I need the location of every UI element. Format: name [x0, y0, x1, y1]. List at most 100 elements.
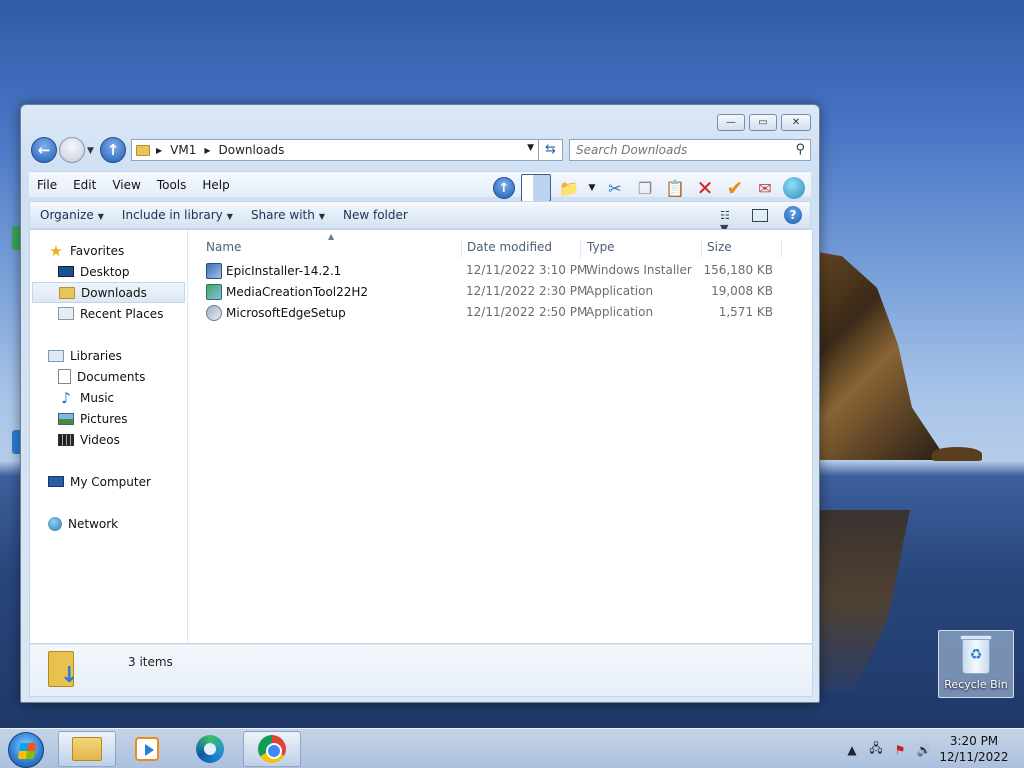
up-button[interactable]: ↑: [100, 137, 126, 163]
include-in-library-button[interactable]: Include in library ▼: [112, 208, 241, 222]
breadcrumb-vm1[interactable]: VM1: [170, 143, 196, 157]
organize-button[interactable]: Organize ▼: [30, 208, 112, 222]
share-with-button[interactable]: Share with ▼: [241, 208, 333, 222]
refresh-button[interactable]: ⇆: [539, 139, 563, 161]
preview-pane-toggle-icon[interactable]: [752, 208, 768, 222]
include-label: Include in library: [121, 208, 223, 222]
forward-button[interactable]: [59, 137, 85, 163]
nav-label: Documents: [77, 369, 146, 384]
properties-check-icon[interactable]: ✔: [723, 176, 747, 200]
taskbar-explorer[interactable]: [58, 731, 116, 767]
maximize-button[interactable]: ▭: [749, 114, 777, 131]
window-controls: — ▭ ✕: [717, 114, 811, 131]
nav-documents[interactable]: Documents: [30, 366, 187, 387]
menu-view[interactable]: View: [104, 178, 148, 192]
nav-recent-places[interactable]: Recent Places: [30, 303, 187, 324]
file-name: MediaCreationTool22H2: [226, 285, 369, 299]
nav-music[interactable]: ♪ Music: [30, 387, 187, 408]
column-type[interactable]: Type: [587, 240, 702, 258]
command-bar-right: ☷ ▼ ?: [720, 206, 802, 235]
music-icon: ♪: [61, 388, 71, 407]
file-row[interactable]: EpicInstaller-14.2.1 12/11/2022 3:10 PM …: [188, 260, 812, 281]
libraries-icon: [48, 349, 64, 362]
start-button[interactable]: [8, 732, 44, 768]
column-date-modified[interactable]: Date modified: [467, 240, 581, 258]
file-size: 156,180 KB: [703, 263, 773, 277]
address-row: ← ▼ ↑ ▶ VM1 ▶ Downloads ▼ ⇆ ⚲: [29, 137, 811, 167]
address-bar[interactable]: ▶ VM1 ▶ Downloads ▼: [131, 139, 539, 161]
menu-edit[interactable]: Edit: [65, 178, 104, 192]
menu-help[interactable]: Help: [194, 178, 237, 192]
nav-desktop[interactable]: Desktop: [30, 261, 187, 282]
volume-icon[interactable]: 🔊: [916, 743, 932, 757]
minimize-button[interactable]: —: [717, 114, 745, 131]
nav-favorites[interactable]: ★ Favorites: [30, 240, 187, 261]
preview-pane-icon[interactable]: [521, 174, 551, 202]
file-row[interactable]: MediaCreationTool22H2 12/11/2022 2:30 PM…: [188, 281, 812, 302]
show-hidden-icons-icon[interactable]: ▲: [844, 743, 860, 757]
toolbar-icons: ↑ 📁 ▼ ✂ ❐ 📋 ✕ ✔ ✉: [493, 174, 805, 202]
nav-label: Music: [80, 390, 115, 405]
nav-label: Favorites: [70, 243, 125, 258]
back-button[interactable]: ←: [31, 137, 57, 163]
globe-icon[interactable]: [783, 177, 805, 199]
change-view-icon[interactable]: ☷ ▼: [720, 209, 736, 235]
downloads-folder-large-icon: ↓: [48, 651, 82, 691]
recent-pages-dropdown[interactable]: ▼: [87, 146, 94, 156]
file-type: Windows Installer ...: [586, 263, 696, 277]
search-input[interactable]: [576, 143, 786, 157]
nav-my-computer[interactable]: My Computer: [30, 471, 187, 492]
recycle-bin[interactable]: ♻ Recycle Bin: [938, 630, 1014, 698]
folder-check-icon[interactable]: 📁: [557, 177, 581, 199]
delete-icon[interactable]: ✕: [693, 176, 717, 200]
nav-network[interactable]: Network: [30, 513, 187, 534]
menu-file[interactable]: File: [29, 178, 65, 192]
pictures-icon: [58, 412, 74, 425]
nav-libraries[interactable]: Libraries: [30, 345, 187, 366]
up-folder-icon[interactable]: ↑: [493, 177, 515, 199]
wallpaper-cliff: [800, 250, 940, 460]
computer-icon: [48, 476, 64, 487]
menu-tools[interactable]: Tools: [149, 178, 195, 192]
search-box[interactable]: ⚲: [569, 139, 811, 161]
details-pane: ↓ 3 items: [29, 645, 813, 697]
taskbar-chrome[interactable]: [243, 731, 301, 767]
close-button[interactable]: ✕: [781, 114, 811, 131]
column-size[interactable]: Size: [707, 240, 782, 258]
file-row[interactable]: MicrosoftEdgeSetup 12/11/2022 2:50 PM Ap…: [188, 302, 812, 323]
email-icon[interactable]: ✉: [753, 177, 777, 199]
clock[interactable]: 3:20 PM 12/11/2022: [936, 733, 1012, 765]
search-icon[interactable]: ⚲: [795, 142, 805, 157]
organize-label: Organize: [40, 208, 94, 222]
file-date: 12/11/2022 3:10 PM: [466, 263, 588, 277]
windows-logo-icon: [17, 743, 37, 759]
help-icon[interactable]: ?: [784, 206, 802, 224]
dropdown-icon[interactable]: ▼: [587, 177, 597, 199]
folder-icon: [136, 144, 150, 156]
nav-videos[interactable]: Videos: [30, 429, 187, 450]
nav-label: Desktop: [80, 264, 130, 279]
nav-label: Libraries: [70, 348, 122, 363]
breadcrumb-chevron-icon[interactable]: ▶: [204, 146, 210, 155]
clock-time: 3:20 PM: [949, 734, 999, 748]
copy-icon[interactable]: ❐: [633, 177, 657, 199]
desktop-icons-partial: [0, 220, 22, 490]
network-tray-icon[interactable]: 🖧: [868, 739, 884, 760]
taskbar-edge[interactable]: [181, 731, 239, 767]
nav-pictures[interactable]: Pictures: [30, 408, 187, 429]
taskbar-media-player[interactable]: [118, 731, 176, 767]
menu-bar: File Edit View Tools Help ↑ 📁 ▼ ✂ ❐ 📋 ✕ …: [29, 171, 811, 202]
breadcrumb-downloads[interactable]: Downloads: [219, 143, 285, 157]
paste-icon[interactable]: 📋: [663, 177, 687, 199]
taskbar: ▲ 🖧 ⚑ 🔊 3:20 PM 12/11/2022: [0, 728, 1024, 768]
breadcrumb-chevron-icon[interactable]: ▶: [156, 146, 162, 155]
column-name[interactable]: Name: [206, 240, 462, 258]
nav-label: Network: [68, 516, 119, 531]
action-center-flag-icon[interactable]: ⚑: [892, 743, 908, 757]
nav-downloads[interactable]: Downloads: [32, 282, 185, 303]
address-dropdown-icon[interactable]: ▼: [527, 143, 534, 153]
file-size: 19,008 KB: [711, 284, 773, 298]
nav-label: Recent Places: [80, 306, 164, 321]
new-folder-button[interactable]: New folder: [333, 208, 416, 222]
cut-icon[interactable]: ✂: [603, 177, 627, 199]
